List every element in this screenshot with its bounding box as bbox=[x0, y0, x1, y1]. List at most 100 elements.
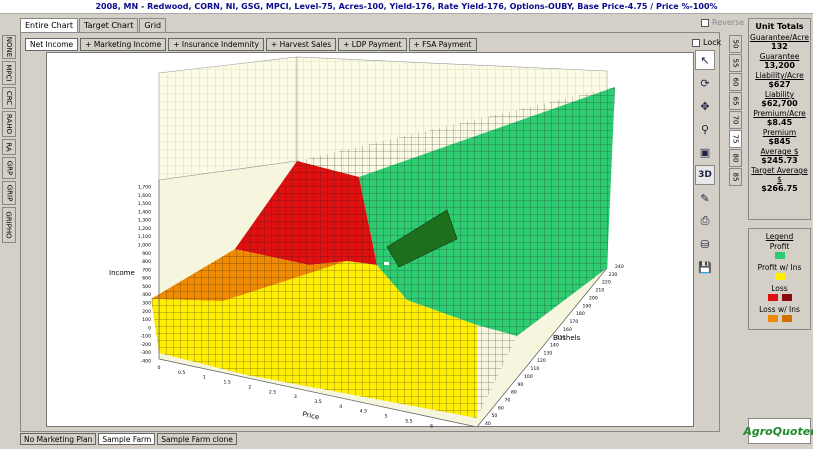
x-tick-label: 4 bbox=[339, 404, 342, 410]
tab-gripho-label: GRIPHO bbox=[5, 211, 14, 239]
tab-grid[interactable]: Grid bbox=[139, 18, 167, 32]
tab-entire-chart[interactable]: Entire Chart bbox=[20, 18, 79, 32]
export-icon[interactable]: ⛁ bbox=[695, 234, 715, 254]
reverse-label: Reverse bbox=[712, 18, 745, 27]
tab-ra[interactable]: RA bbox=[2, 139, 16, 155]
tab-level-80-label: 80 bbox=[731, 153, 740, 163]
legend-profit-ins-swatches bbox=[749, 272, 810, 283]
unit-totals-heading: Unit Totals bbox=[755, 22, 804, 31]
tab-sample-farm-clone[interactable]: Sample Farm clone bbox=[157, 433, 237, 445]
agroquoter-logo: AgroQuoter bbox=[743, 418, 813, 444]
z-tick-label: -300 bbox=[141, 350, 152, 356]
tab-mpci[interactable]: MPCI bbox=[2, 61, 16, 85]
toggle-3d-button[interactable]: 3D bbox=[695, 165, 715, 185]
current-point-marker bbox=[384, 262, 389, 265]
tab-level-65[interactable]: 65 bbox=[729, 92, 742, 110]
tab-grp[interactable]: GRP bbox=[2, 157, 16, 179]
guarantee-value: 13,200 bbox=[764, 61, 795, 70]
rotate-icon[interactable]: ⟳ bbox=[695, 73, 715, 93]
tab-grp-label: GRP bbox=[5, 160, 14, 176]
depth-icon[interactable]: ▣ bbox=[695, 142, 715, 162]
tab-gripho[interactable]: GRIPHO bbox=[2, 207, 16, 243]
tab-harvest-sales[interactable]: + Harvest Sales bbox=[265, 38, 337, 51]
z-tick-label: 1,000 bbox=[138, 243, 151, 249]
tab-grip-label: GRIP bbox=[5, 184, 14, 202]
tab-no-marketing-plan[interactable]: No Marketing Plan bbox=[20, 433, 97, 445]
y-tick-label: 100 bbox=[524, 374, 533, 380]
tab-insurance-indemnity[interactable]: + Insurance Indemnity bbox=[168, 38, 264, 51]
z-tick-label: 800 bbox=[142, 259, 151, 265]
tab-level-70[interactable]: 70 bbox=[729, 111, 742, 129]
guarantee-acre-label: Guarantee/Acre bbox=[750, 33, 809, 42]
z-axis-title: Income bbox=[109, 269, 135, 277]
surface-chart[interactable]: 1,700 1,600 1,500 1,400 1,300 1,200 1,100 1,000… bbox=[46, 52, 695, 434]
x-tick-label: 5 bbox=[385, 414, 388, 420]
tab-ldp-payment[interactable]: + LDP Payment bbox=[338, 38, 407, 51]
reverse-checkbox-box[interactable] bbox=[701, 18, 709, 27]
insurance-type-tabs: NONE MPCI CRC RAHO RA GRP GRIP GRIPHO bbox=[2, 35, 18, 245]
x-tick-label: 0.5 bbox=[178, 370, 185, 376]
tab-raho[interactable]: RAHO bbox=[2, 111, 16, 137]
y-tick-label: 90 bbox=[518, 382, 524, 388]
tab-target-chart[interactable]: Target Chart bbox=[79, 18, 139, 32]
z-tick-label: -100 bbox=[141, 334, 152, 340]
move-icon[interactable]: ✥ bbox=[695, 96, 715, 116]
legend-profit-swatch bbox=[774, 252, 785, 259]
legend-loss-swatch-1 bbox=[767, 294, 778, 301]
z-tick-label: 1,200 bbox=[138, 226, 151, 232]
z-tick-label: -400 bbox=[141, 359, 152, 365]
y-tick-label: 210 bbox=[596, 288, 605, 294]
y-tick-label: 110 bbox=[531, 366, 540, 372]
guarantee-label: Guarantee bbox=[759, 52, 800, 61]
legend-loss-ins-swatch-1 bbox=[767, 315, 778, 322]
tab-level-55[interactable]: 55 bbox=[729, 54, 742, 72]
tab-level-85[interactable]: 85 bbox=[729, 168, 742, 186]
tab-none[interactable]: NONE bbox=[2, 35, 16, 59]
print-icon[interactable]: ⎙ bbox=[695, 211, 715, 231]
average-price-label: Average $ bbox=[760, 147, 799, 156]
z-tick-label: 300 bbox=[142, 301, 151, 307]
premium-value: $845 bbox=[768, 137, 791, 146]
y-tick-label: 240 bbox=[615, 264, 624, 270]
tab-level-75[interactable]: 75 bbox=[729, 130, 742, 148]
view-tabs: Entire Chart Target Chart Grid bbox=[20, 18, 167, 32]
premium-acre-label: Premium/Acre bbox=[753, 109, 806, 118]
guarantee-acre-value: 132 bbox=[771, 42, 788, 51]
y-tick-label: 170 bbox=[570, 319, 579, 325]
y-tick-label: 70 bbox=[505, 397, 511, 403]
z-tick-label: 1,400 bbox=[138, 209, 151, 215]
x-tick-label: 2 bbox=[248, 384, 251, 390]
legend-heading: Legend bbox=[765, 232, 794, 241]
tab-fsa-payment[interactable]: + FSA Payment bbox=[408, 38, 477, 51]
tab-net-income[interactable]: Net Income bbox=[25, 38, 79, 51]
x-axis-title: Price bbox=[302, 410, 320, 421]
y-tick-label: 130 bbox=[544, 350, 553, 356]
tab-raho-label: RAHO bbox=[5, 113, 13, 135]
zoom-icon[interactable]: ⚲ bbox=[695, 119, 715, 139]
tab-level-80[interactable]: 80 bbox=[729, 149, 742, 167]
pointer-icon[interactable]: ↖ bbox=[695, 50, 715, 70]
z-tick-label: 1,600 bbox=[138, 193, 151, 199]
legend-profit-label: Profit bbox=[769, 242, 790, 251]
surface-chart-svg[interactable]: 1,700 1,600 1,500 1,400 1,300 1,200 1,100 1,000… bbox=[47, 53, 695, 434]
tab-marketing-income[interactable]: + Marketing Income bbox=[80, 38, 167, 51]
target-average-label: Target Average $ bbox=[751, 166, 808, 184]
lock-checkbox-box[interactable] bbox=[692, 38, 700, 47]
z-tick-label: 1,500 bbox=[138, 201, 151, 207]
save-icon[interactable]: 💾 bbox=[695, 257, 715, 277]
y-tick-label: 40 bbox=[485, 421, 491, 427]
tab-grip[interactable]: GRIP bbox=[2, 181, 16, 205]
tab-level-50[interactable]: 50 bbox=[729, 35, 742, 53]
tab-crc[interactable]: CRC bbox=[2, 87, 16, 109]
window-title: 2008, MN - Redwood, CORN, NI, GSG, MPCI,… bbox=[0, 0, 813, 14]
edit-chart-icon[interactable]: ✎ bbox=[695, 188, 715, 208]
x-tick-label: 5.5 bbox=[405, 418, 412, 424]
tab-level-60[interactable]: 60 bbox=[729, 73, 742, 91]
z-tick-label: 1,300 bbox=[138, 218, 151, 224]
z-tick-label: 500 bbox=[142, 284, 151, 290]
reverse-checkbox[interactable]: Reverse bbox=[701, 18, 744, 27]
logo-text: AgroQuoter bbox=[743, 424, 813, 438]
z-tick-label: 600 bbox=[142, 276, 151, 282]
tab-sample-farm[interactable]: Sample Farm bbox=[98, 433, 156, 445]
lock-checkbox[interactable]: Lock bbox=[692, 38, 721, 47]
